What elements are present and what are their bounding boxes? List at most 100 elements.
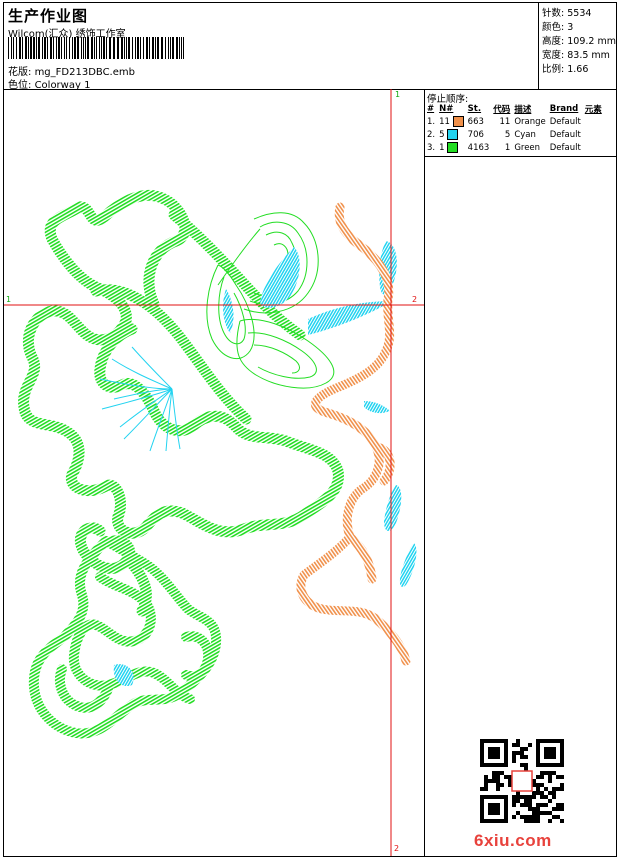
qr-center-seal xyxy=(511,770,533,792)
barcode-bar xyxy=(94,37,95,59)
barcode-bar xyxy=(38,37,40,59)
qr-module xyxy=(536,811,540,815)
qr-module xyxy=(520,815,524,819)
qr-module xyxy=(548,819,552,823)
barcode-bar xyxy=(113,37,115,59)
qr-module xyxy=(556,803,560,807)
barcode-bar xyxy=(28,37,29,59)
qr-module xyxy=(540,791,544,795)
qr-module xyxy=(552,795,556,799)
barcode-bar xyxy=(183,37,184,59)
barcode-bar xyxy=(25,37,27,59)
barcode-bar xyxy=(64,37,65,59)
qr-code xyxy=(480,739,564,823)
barcode-bar xyxy=(13,37,14,59)
axis-mark-bottom: 2 xyxy=(394,844,400,853)
barcode-bar xyxy=(61,37,62,59)
axis-mark-left: 1 xyxy=(6,295,12,304)
design-stats: 针数: 5534 颜色: 3 高度: 109.2 mm 宽度: 83.5 mm … xyxy=(538,3,617,89)
qr-module xyxy=(520,803,524,807)
qr-module xyxy=(520,751,524,755)
qr-module xyxy=(540,783,544,787)
qr-module xyxy=(512,799,516,803)
barcode-bar xyxy=(91,37,93,59)
qr-module xyxy=(548,791,552,795)
stitch-count: 针数: 5534 xyxy=(542,8,592,19)
barcode-bar xyxy=(155,37,156,59)
barcode-bar xyxy=(106,37,107,59)
col-needle: N# xyxy=(439,103,454,114)
barcode-bar xyxy=(53,37,54,59)
barcode-bar xyxy=(172,37,174,59)
qr-module xyxy=(552,787,556,791)
barcode-bar xyxy=(87,37,89,59)
barcode-bar xyxy=(161,37,163,59)
qr-module xyxy=(548,779,552,783)
barcode-bar xyxy=(170,37,171,59)
qr-module xyxy=(540,811,544,815)
barcode-bar xyxy=(11,37,12,59)
qr-module xyxy=(528,803,532,807)
qr-module xyxy=(516,811,520,815)
qr-module xyxy=(552,815,556,819)
barcode-bar xyxy=(152,37,154,59)
qr-module xyxy=(512,815,516,819)
qr-module xyxy=(524,763,528,767)
qr-module xyxy=(536,787,540,791)
barcode-bar xyxy=(19,37,21,59)
table-row: 3. 1 4163 1 Green Default xyxy=(427,142,581,153)
barcode-bar xyxy=(72,37,73,59)
stop-sequence-table: # N# St. 代码 描述 Brand 元素 1. 11 663 11 Ora… xyxy=(426,102,605,154)
qr-module xyxy=(560,783,564,787)
qr-module xyxy=(492,779,496,783)
qr-module xyxy=(512,795,516,799)
qr-module xyxy=(512,803,516,807)
qr-module xyxy=(552,771,556,775)
barcode-bar xyxy=(16,37,17,59)
barcode-bar xyxy=(176,37,178,59)
axis-mark-right: 2 xyxy=(412,295,418,304)
barcode-bar xyxy=(99,37,100,59)
barcode-bar xyxy=(96,37,97,59)
stop-sequence-panel: 停止顺序: # N# St. 代码 描述 Brand 元素 1. 11 663 xyxy=(424,89,616,856)
barcode-bar xyxy=(179,37,180,59)
barcode-bar xyxy=(101,37,102,59)
qr-module xyxy=(528,799,532,803)
table-row: 1. 11 663 11 Orange Default xyxy=(427,116,581,127)
qr-module xyxy=(500,771,504,775)
qr-module xyxy=(484,787,488,791)
qr-module xyxy=(552,807,556,811)
qr-module xyxy=(540,803,544,807)
qr-module xyxy=(540,795,544,799)
barcode-bar xyxy=(137,37,139,59)
barcode-bar xyxy=(66,37,67,59)
qr-module xyxy=(500,783,504,787)
qr-module xyxy=(536,815,540,819)
color-swatch xyxy=(452,116,464,127)
barcode-bar xyxy=(33,37,35,59)
qr-module xyxy=(492,775,496,779)
barcode-bar xyxy=(149,37,150,59)
qr-module xyxy=(512,755,516,759)
col-description: 描述 xyxy=(514,104,532,115)
qr-module xyxy=(492,771,496,775)
design-width: 宽度: 83.5 mm xyxy=(542,50,610,61)
qr-module xyxy=(548,799,552,803)
qr-module xyxy=(560,803,564,807)
barcode-bar xyxy=(165,37,166,59)
barcode-bar xyxy=(146,37,148,59)
barcode-bar xyxy=(157,37,159,59)
qr-module xyxy=(524,803,528,807)
qr-module xyxy=(484,775,488,779)
qr-module xyxy=(556,787,560,791)
table-row: 2. 5 706 5 Cyan Default xyxy=(427,129,581,140)
qr-module xyxy=(544,771,548,775)
production-sheet: 生产作业图 Wilcom(汇众) 绣饰工作室 花版: mg_FD213DBC.e… xyxy=(3,2,617,857)
barcode-bar xyxy=(36,37,37,59)
qr-module xyxy=(520,763,524,767)
qr-module xyxy=(536,803,540,807)
qr-module xyxy=(528,795,532,799)
barcode-bar xyxy=(109,37,111,59)
qr-module xyxy=(524,747,528,751)
barcode-bar xyxy=(56,37,57,59)
